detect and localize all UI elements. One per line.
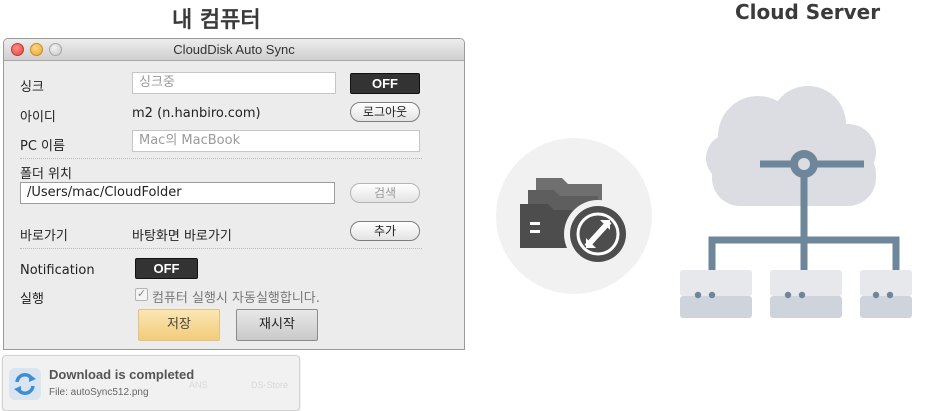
my-computer-heading: 내 컴퓨터 xyxy=(172,8,261,33)
title-bar: CloudDisk Auto Sync xyxy=(4,39,464,61)
sync-icon xyxy=(9,368,41,400)
shortcut-label: 바로가기 xyxy=(20,229,68,244)
app-window: CloudDisk Auto Sync 싱크 싱크중 OFF 아이디 m2 (n… xyxy=(3,38,465,350)
sync-status-field: 싱크중 xyxy=(132,72,336,94)
shortcut-value: 바탕화면 바로가기 xyxy=(132,229,232,244)
pc-name-label: PC 이름 xyxy=(20,139,65,154)
divider xyxy=(20,248,422,249)
background-label: DS-Store xyxy=(251,380,289,390)
restart-button[interactable]: 재시작 xyxy=(236,309,318,341)
save-button[interactable]: 저장 xyxy=(138,309,220,341)
autorun-checkbox[interactable]: ✓ xyxy=(135,288,148,301)
sync-toggle-button[interactable]: OFF xyxy=(350,73,420,94)
autorun-label: 컴퓨터 실행시 자동실행합니다. xyxy=(152,291,320,306)
notification-subtitle: File: autoSync512.png xyxy=(49,387,149,398)
cloud-server-icon xyxy=(680,86,912,318)
folder-path-field[interactable]: /Users/mac/CloudFolder xyxy=(20,182,335,204)
logout-button[interactable]: 로그아웃 xyxy=(350,102,420,122)
background-label: ANS xyxy=(189,380,208,390)
account-id: m2 (n.hanbiro.com) xyxy=(132,106,261,121)
divider xyxy=(20,158,422,159)
cloud-server-heading: Cloud Server xyxy=(735,0,881,24)
download-notification[interactable]: Download is completed File: autoSync512.… xyxy=(2,355,300,411)
browse-button[interactable]: 검색 xyxy=(350,183,420,203)
notification-toggle-button[interactable]: OFF xyxy=(135,258,198,279)
folder-location-label: 폴더 위치 xyxy=(20,167,72,182)
run-label: 실행 xyxy=(20,292,44,307)
notification-title: Download is completed xyxy=(49,367,195,382)
pc-name-field[interactable]: Mac의 MacBook xyxy=(132,130,420,152)
id-label: 아이디 xyxy=(20,110,56,125)
sync-label: 싱크 xyxy=(20,80,44,95)
add-shortcut-button[interactable]: 추가 xyxy=(350,221,420,241)
notification-label: Notification xyxy=(20,263,95,278)
window-title: CloudDisk Auto Sync xyxy=(173,42,295,57)
folder-sync-icon xyxy=(496,138,652,294)
